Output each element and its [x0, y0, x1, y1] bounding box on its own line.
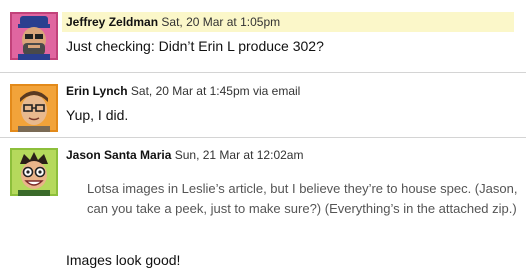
timestamp[interactable]: Sat, 20 Mar at 1:45pm — [131, 84, 250, 98]
quoted-paragraph: Lotsa images in Leslie’s article, but I … — [87, 181, 518, 216]
comment-text: Just checking: Didn’t Erin L produce 302… — [66, 38, 324, 54]
timestamp[interactable]: Sun, 21 Mar at 12:02am — [175, 148, 304, 162]
jason-santa-maria-avatar-icon[interactable] — [10, 148, 58, 196]
timestamp[interactable]: Sat, 20 Mar at 1:05pm — [161, 15, 280, 29]
author-name[interactable]: Erin Lynch — [66, 84, 128, 98]
comment-text: Yup, I did. — [66, 107, 129, 123]
jeffrey-zeldman-avatar-icon[interactable] — [10, 12, 58, 60]
quoted-text: Lotsa images in Leslie’s article, but I … — [87, 179, 523, 219]
comment-item: Jeffrey Zeldman Sat, 20 Mar at 1:05pm Ju… — [0, 0, 526, 80]
comment-text: Images look good! — [66, 252, 181, 268]
author-name[interactable]: Jason Santa Maria — [66, 148, 171, 162]
comment-item: Jason Santa Maria Sun, 21 Mar at 12:02am… — [0, 138, 526, 280]
comment-item: Erin Lynch Sat, 20 Mar at 1:45pm via ema… — [0, 73, 526, 137]
erin-lynch-avatar-icon[interactable] — [10, 84, 58, 132]
comment-meta: Erin Lynch Sat, 20 Mar at 1:45pm via ema… — [62, 81, 300, 101]
comment-thread: Jeffrey Zeldman Sat, 20 Mar at 1:05pm Ju… — [0, 0, 526, 280]
comment-meta: Jason Santa Maria Sun, 21 Mar at 12:02am — [62, 145, 303, 165]
comment-meta: Jeffrey Zeldman Sat, 20 Mar at 1:05pm — [62, 12, 514, 32]
author-name[interactable]: Jeffrey Zeldman — [66, 15, 158, 29]
via-label: via email — [253, 84, 301, 98]
